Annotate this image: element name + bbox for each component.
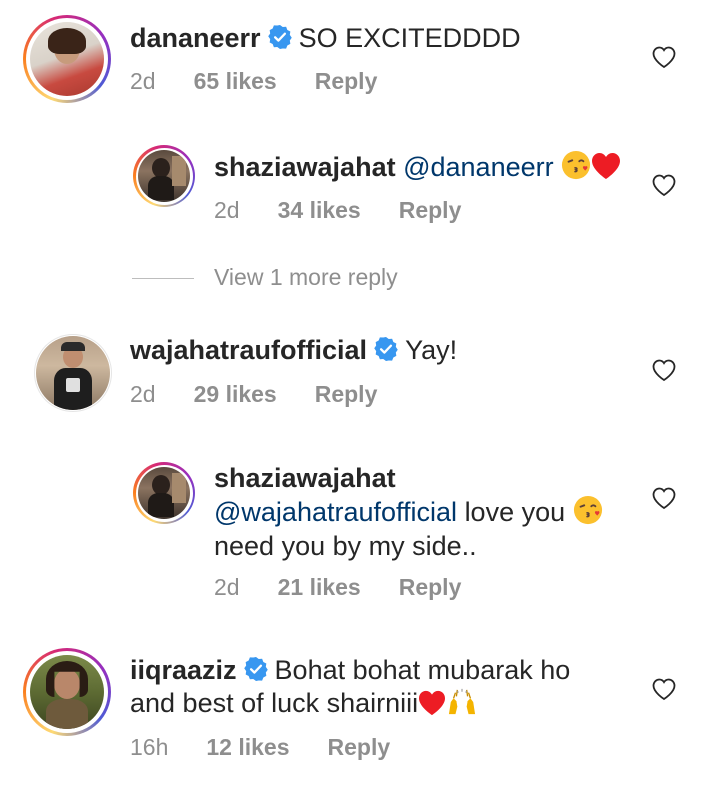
red-heart-emoji — [591, 152, 621, 180]
avatar-photo — [138, 150, 190, 202]
comment-text-line: wajahatraufofficial Yay! — [130, 333, 457, 367]
likes-count[interactable]: 65 likes — [194, 68, 277, 94]
avatar[interactable] — [23, 15, 111, 103]
mention-link[interactable]: @wajahatraufofficial — [214, 497, 457, 527]
like-heart-icon[interactable] — [651, 486, 677, 510]
like-heart-icon[interactable] — [651, 677, 677, 701]
comment-text: Yay! — [405, 335, 458, 365]
comment-text-line: shaziawajahat @dananeerr — [214, 150, 621, 184]
comment-username-line: shaziawajahat — [214, 461, 396, 495]
comment-text-line-2: need you by my side.. — [214, 529, 477, 563]
view-more-replies[interactable]: View 1 more reply — [132, 264, 398, 291]
kissing-face-emoji — [573, 495, 603, 525]
red-heart-emoji — [418, 690, 446, 716]
timestamp: 2d — [130, 68, 156, 94]
username[interactable]: iiqraaziz — [130, 655, 237, 685]
comment-text-line: iiqraaziz Bohat bohat mubarak ho — [130, 653, 570, 687]
comment-meta: 2d 29 likes Reply — [130, 380, 415, 408]
timestamp: 2d — [214, 197, 240, 223]
comment-text: SO EXCITEDDDD — [298, 23, 521, 53]
like-heart-icon[interactable] — [651, 45, 677, 69]
comment-text-line-2: and best of luck shairniii — [130, 686, 478, 720]
reply-button[interactable]: Reply — [315, 68, 378, 94]
comment-meta: 16h 12 likes Reply — [130, 733, 428, 761]
comment-text-line: dananeerr SO EXCITEDDDD — [130, 21, 521, 55]
divider — [132, 278, 194, 280]
avatar[interactable] — [34, 334, 112, 412]
comment-meta: 2d 34 likes Reply — [214, 196, 499, 224]
timestamp: 2d — [214, 574, 240, 600]
comment-meta: 2d 65 likes Reply — [130, 67, 415, 95]
comment-text-line: @wajahatraufofficial love you — [214, 495, 603, 529]
avatar-photo — [36, 336, 110, 410]
comment-text: Bohat bohat mubarak ho — [274, 655, 571, 685]
username[interactable]: wajahatraufofficial — [130, 335, 367, 365]
username[interactable]: shaziawajahat — [214, 463, 396, 493]
likes-count[interactable]: 29 likes — [194, 381, 277, 407]
kissing-face-emoji — [561, 150, 591, 180]
reply-button[interactable]: Reply — [315, 381, 378, 407]
avatar-photo — [138, 467, 190, 519]
username[interactable]: dananeerr — [130, 23, 261, 53]
comment-meta: 2d 21 likes Reply — [214, 573, 499, 601]
raising-hands-emoji — [446, 688, 478, 716]
verified-badge-icon — [267, 24, 293, 50]
timestamp: 16h — [130, 734, 169, 760]
verified-badge-icon — [373, 336, 399, 362]
comment-text-continued: need you by my side.. — [214, 531, 477, 561]
timestamp: 2d — [130, 381, 156, 407]
verified-badge-icon — [243, 656, 269, 682]
avatar[interactable] — [133, 145, 195, 207]
avatar[interactable] — [133, 462, 195, 524]
reply-button[interactable]: Reply — [399, 197, 462, 223]
avatar-photo — [30, 22, 104, 96]
mention-link[interactable]: @dananeerr — [403, 152, 554, 182]
view-more-label[interactable]: View 1 more reply — [214, 264, 398, 290]
likes-count[interactable]: 12 likes — [206, 734, 289, 760]
likes-count[interactable]: 34 likes — [278, 197, 361, 223]
avatar[interactable] — [23, 648, 111, 736]
username[interactable]: shaziawajahat — [214, 152, 396, 182]
reply-button[interactable]: Reply — [328, 734, 391, 760]
like-heart-icon[interactable] — [651, 358, 677, 382]
likes-count[interactable]: 21 likes — [278, 574, 361, 600]
comment-text-continued: and best of luck shairniii — [130, 688, 419, 718]
like-heart-icon[interactable] — [651, 173, 677, 197]
comment-text: love you — [464, 497, 566, 527]
avatar-photo — [30, 655, 104, 729]
reply-button[interactable]: Reply — [399, 574, 462, 600]
